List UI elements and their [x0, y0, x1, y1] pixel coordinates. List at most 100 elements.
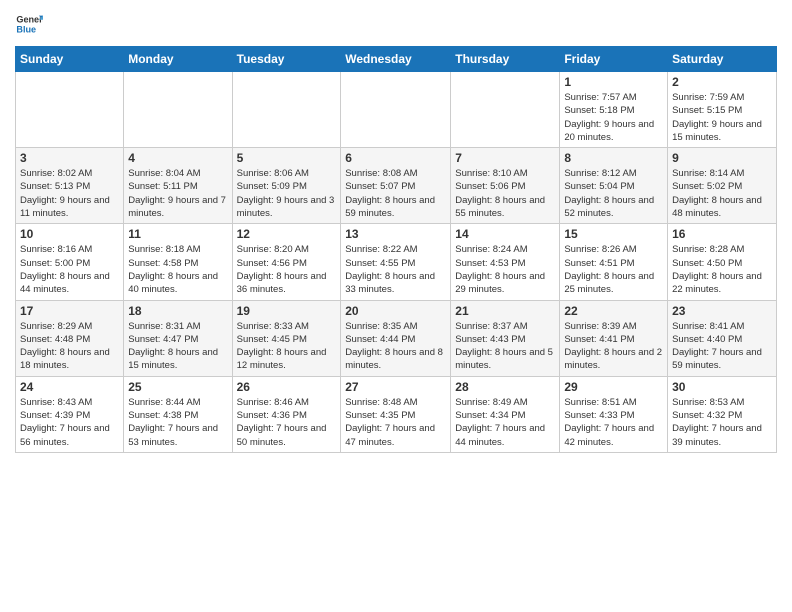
- calendar-cell: 24 Sunrise: 8:43 AM Sunset: 4:39 PM Dayli…: [16, 376, 124, 452]
- calendar-cell: 16 Sunrise: 8:28 AM Sunset: 4:50 PM Dayli…: [668, 224, 777, 300]
- day-info: Sunrise: 8:29 AM Sunset: 4:48 PM Dayligh…: [20, 320, 119, 373]
- calendar-cell: 30 Sunrise: 8:53 AM Sunset: 4:32 PM Dayli…: [668, 376, 777, 452]
- weekday-header-thursday: Thursday: [451, 47, 560, 72]
- calendar-cell: 12Sunrise: 8:20 AM Sunset: 4:56 PM Dayli…: [232, 224, 341, 300]
- calendar-cell: 3 Sunrise: 8:02 AM Sunset: 5:13 PM Daylig…: [16, 148, 124, 224]
- logo-icon: General Blue: [15, 10, 43, 38]
- calendar-table: SundayMondayTuesdayWednesdayThursdayFrid…: [15, 46, 777, 453]
- day-number: 16: [672, 227, 772, 241]
- weekday-header-row: SundayMondayTuesdayWednesdayThursdayFrid…: [16, 47, 777, 72]
- week-row-2: 3 Sunrise: 8:02 AM Sunset: 5:13 PM Daylig…: [16, 148, 777, 224]
- day-number: 13: [345, 227, 446, 241]
- calendar-cell: 13 Sunrise: 8:22 AM Sunset: 4:55 PM Dayli…: [341, 224, 451, 300]
- day-number: 4: [128, 151, 227, 165]
- day-number: 24: [20, 380, 119, 394]
- day-info: Sunrise: 8:41 AM Sunset: 4:40 PM Dayligh…: [672, 320, 772, 373]
- day-info: Sunrise: 7:57 AM Sunset: 5:18 PM Dayligh…: [564, 91, 663, 144]
- week-row-1: 1 Sunrise: 7:57 AM Sunset: 5:18 PM Daylig…: [16, 72, 777, 148]
- day-number: 19: [237, 304, 337, 318]
- day-number: 9: [672, 151, 772, 165]
- day-number: 7: [455, 151, 555, 165]
- day-number: 2: [672, 75, 772, 89]
- day-number: 30: [672, 380, 772, 394]
- day-info: Sunrise: 8:08 AM Sunset: 5:07 PM Dayligh…: [345, 167, 446, 220]
- day-number: 8: [564, 151, 663, 165]
- calendar-cell: 10 Sunrise: 8:16 AM Sunset: 5:00 PM Dayli…: [16, 224, 124, 300]
- calendar-cell: 23Sunrise: 8:41 AM Sunset: 4:40 PM Dayli…: [668, 300, 777, 376]
- day-info: Sunrise: 8:20 AM Sunset: 4:56 PM Dayligh…: [237, 243, 337, 296]
- day-number: 10: [20, 227, 119, 241]
- day-info: Sunrise: 8:14 AM Sunset: 5:02 PM Dayligh…: [672, 167, 772, 220]
- day-info: Sunrise: 8:10 AM Sunset: 5:06 PM Dayligh…: [455, 167, 555, 220]
- weekday-header-friday: Friday: [560, 47, 668, 72]
- day-number: 1: [564, 75, 663, 89]
- calendar-cell: 2 Sunrise: 7:59 AM Sunset: 5:15 PM Daylig…: [668, 72, 777, 148]
- calendar-cell: 11 Sunrise: 8:18 AM Sunset: 4:58 PM Dayli…: [124, 224, 232, 300]
- logo: General Blue: [15, 10, 43, 38]
- calendar-cell: 5 Sunrise: 8:06 AM Sunset: 5:09 PM Daylig…: [232, 148, 341, 224]
- svg-text:Blue: Blue: [16, 24, 36, 34]
- day-info: Sunrise: 8:02 AM Sunset: 5:13 PM Dayligh…: [20, 167, 119, 220]
- day-number: 5: [237, 151, 337, 165]
- calendar-cell: 15Sunrise: 8:26 AM Sunset: 4:51 PM Dayli…: [560, 224, 668, 300]
- day-number: 17: [20, 304, 119, 318]
- day-number: 22: [564, 304, 663, 318]
- day-info: Sunrise: 8:06 AM Sunset: 5:09 PM Dayligh…: [237, 167, 337, 220]
- calendar-cell: [232, 72, 341, 148]
- day-info: Sunrise: 8:28 AM Sunset: 4:50 PM Dayligh…: [672, 243, 772, 296]
- calendar-cell: 29Sunrise: 8:51 AM Sunset: 4:33 PM Dayli…: [560, 376, 668, 452]
- calendar-cell: 1 Sunrise: 7:57 AM Sunset: 5:18 PM Daylig…: [560, 72, 668, 148]
- weekday-header-monday: Monday: [124, 47, 232, 72]
- day-info: Sunrise: 7:59 AM Sunset: 5:15 PM Dayligh…: [672, 91, 772, 144]
- week-row-5: 24 Sunrise: 8:43 AM Sunset: 4:39 PM Dayli…: [16, 376, 777, 452]
- day-number: 26: [237, 380, 337, 394]
- calendar-cell: 6 Sunrise: 8:08 AM Sunset: 5:07 PM Daylig…: [341, 148, 451, 224]
- day-info: Sunrise: 8:24 AM Sunset: 4:53 PM Dayligh…: [455, 243, 555, 296]
- day-info: Sunrise: 8:48 AM Sunset: 4:35 PM Dayligh…: [345, 396, 446, 449]
- calendar-cell: 21 Sunrise: 8:37 AM Sunset: 4:43 PM Dayli…: [451, 300, 560, 376]
- calendar-cell: 17 Sunrise: 8:29 AM Sunset: 4:48 PM Dayli…: [16, 300, 124, 376]
- calendar-cell: 20 Sunrise: 8:35 AM Sunset: 4:44 PM Dayli…: [341, 300, 451, 376]
- day-info: Sunrise: 8:31 AM Sunset: 4:47 PM Dayligh…: [128, 320, 227, 373]
- calendar-cell: 18Sunrise: 8:31 AM Sunset: 4:47 PM Dayli…: [124, 300, 232, 376]
- day-number: 11: [128, 227, 227, 241]
- calendar-cell: 22Sunrise: 8:39 AM Sunset: 4:41 PM Dayli…: [560, 300, 668, 376]
- calendar-cell: 25 Sunrise: 8:44 AM Sunset: 4:38 PM Dayli…: [124, 376, 232, 452]
- day-number: 20: [345, 304, 446, 318]
- calendar-cell: 7 Sunrise: 8:10 AM Sunset: 5:06 PM Daylig…: [451, 148, 560, 224]
- day-info: Sunrise: 8:16 AM Sunset: 5:00 PM Dayligh…: [20, 243, 119, 296]
- header: General Blue: [15, 10, 777, 38]
- day-info: Sunrise: 8:43 AM Sunset: 4:39 PM Dayligh…: [20, 396, 119, 449]
- day-info: Sunrise: 8:46 AM Sunset: 4:36 PM Dayligh…: [237, 396, 337, 449]
- day-info: Sunrise: 8:37 AM Sunset: 4:43 PM Dayligh…: [455, 320, 555, 373]
- day-info: Sunrise: 8:44 AM Sunset: 4:38 PM Dayligh…: [128, 396, 227, 449]
- day-number: 21: [455, 304, 555, 318]
- calendar-cell: 27Sunrise: 8:48 AM Sunset: 4:35 PM Dayli…: [341, 376, 451, 452]
- calendar-cell: 14 Sunrise: 8:24 AM Sunset: 4:53 PM Dayli…: [451, 224, 560, 300]
- weekday-header-tuesday: Tuesday: [232, 47, 341, 72]
- weekday-header-sunday: Sunday: [16, 47, 124, 72]
- calendar-cell: [451, 72, 560, 148]
- day-number: 3: [20, 151, 119, 165]
- weekday-header-wednesday: Wednesday: [341, 47, 451, 72]
- day-number: 25: [128, 380, 227, 394]
- calendar-cell: 4Sunrise: 8:04 AM Sunset: 5:11 PM Daylig…: [124, 148, 232, 224]
- calendar-cell: 8 Sunrise: 8:12 AM Sunset: 5:04 PM Daylig…: [560, 148, 668, 224]
- day-info: Sunrise: 8:26 AM Sunset: 4:51 PM Dayligh…: [564, 243, 663, 296]
- day-number: 6: [345, 151, 446, 165]
- calendar-cell: [124, 72, 232, 148]
- calendar-cell: [16, 72, 124, 148]
- day-number: 29: [564, 380, 663, 394]
- day-info: Sunrise: 8:22 AM Sunset: 4:55 PM Dayligh…: [345, 243, 446, 296]
- calendar-cell: 19Sunrise: 8:33 AM Sunset: 4:45 PM Dayli…: [232, 300, 341, 376]
- weekday-header-saturday: Saturday: [668, 47, 777, 72]
- day-info: Sunrise: 8:18 AM Sunset: 4:58 PM Dayligh…: [128, 243, 227, 296]
- calendar-cell: 9 Sunrise: 8:14 AM Sunset: 5:02 PM Daylig…: [668, 148, 777, 224]
- day-info: Sunrise: 8:12 AM Sunset: 5:04 PM Dayligh…: [564, 167, 663, 220]
- day-number: 14: [455, 227, 555, 241]
- day-info: Sunrise: 8:53 AM Sunset: 4:32 PM Dayligh…: [672, 396, 772, 449]
- calendar-cell: 28Sunrise: 8:49 AM Sunset: 4:34 PM Dayli…: [451, 376, 560, 452]
- page: General Blue SundayMondayTuesdayWednesda…: [0, 0, 792, 468]
- day-info: Sunrise: 8:35 AM Sunset: 4:44 PM Dayligh…: [345, 320, 446, 373]
- week-row-3: 10 Sunrise: 8:16 AM Sunset: 5:00 PM Dayli…: [16, 224, 777, 300]
